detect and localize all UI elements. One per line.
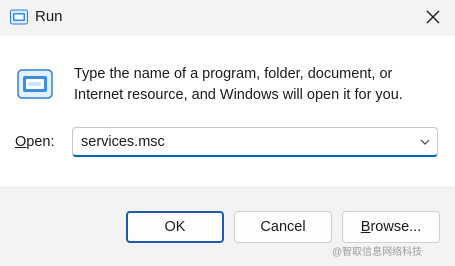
open-input[interactable]: services.msc (81, 134, 165, 150)
cancel-button[interactable]: Cancel (234, 211, 332, 243)
browse-label: rowse... (370, 219, 422, 235)
open-label-text: pen: (26, 134, 55, 150)
open-combobox[interactable]: services.msc (72, 127, 438, 157)
open-label-accelerator: O (15, 134, 27, 150)
open-label: Open: (15, 134, 55, 150)
run-program-icon (17, 69, 53, 99)
run-app-icon (10, 9, 28, 25)
title-bar: Run (0, 0, 455, 36)
browse-button[interactable]: Browse... (342, 211, 440, 243)
window-title: Run (35, 8, 63, 25)
chevron-down-icon[interactable] (419, 137, 431, 147)
dialog-description: Type the name of a program, folder, docu… (74, 66, 403, 103)
dialog-body (0, 36, 455, 186)
ok-button[interactable]: OK (126, 211, 224, 243)
close-icon[interactable] (423, 7, 443, 27)
watermark: @智取信息网络科技 (332, 247, 423, 258)
browse-accelerator: B (360, 219, 371, 235)
